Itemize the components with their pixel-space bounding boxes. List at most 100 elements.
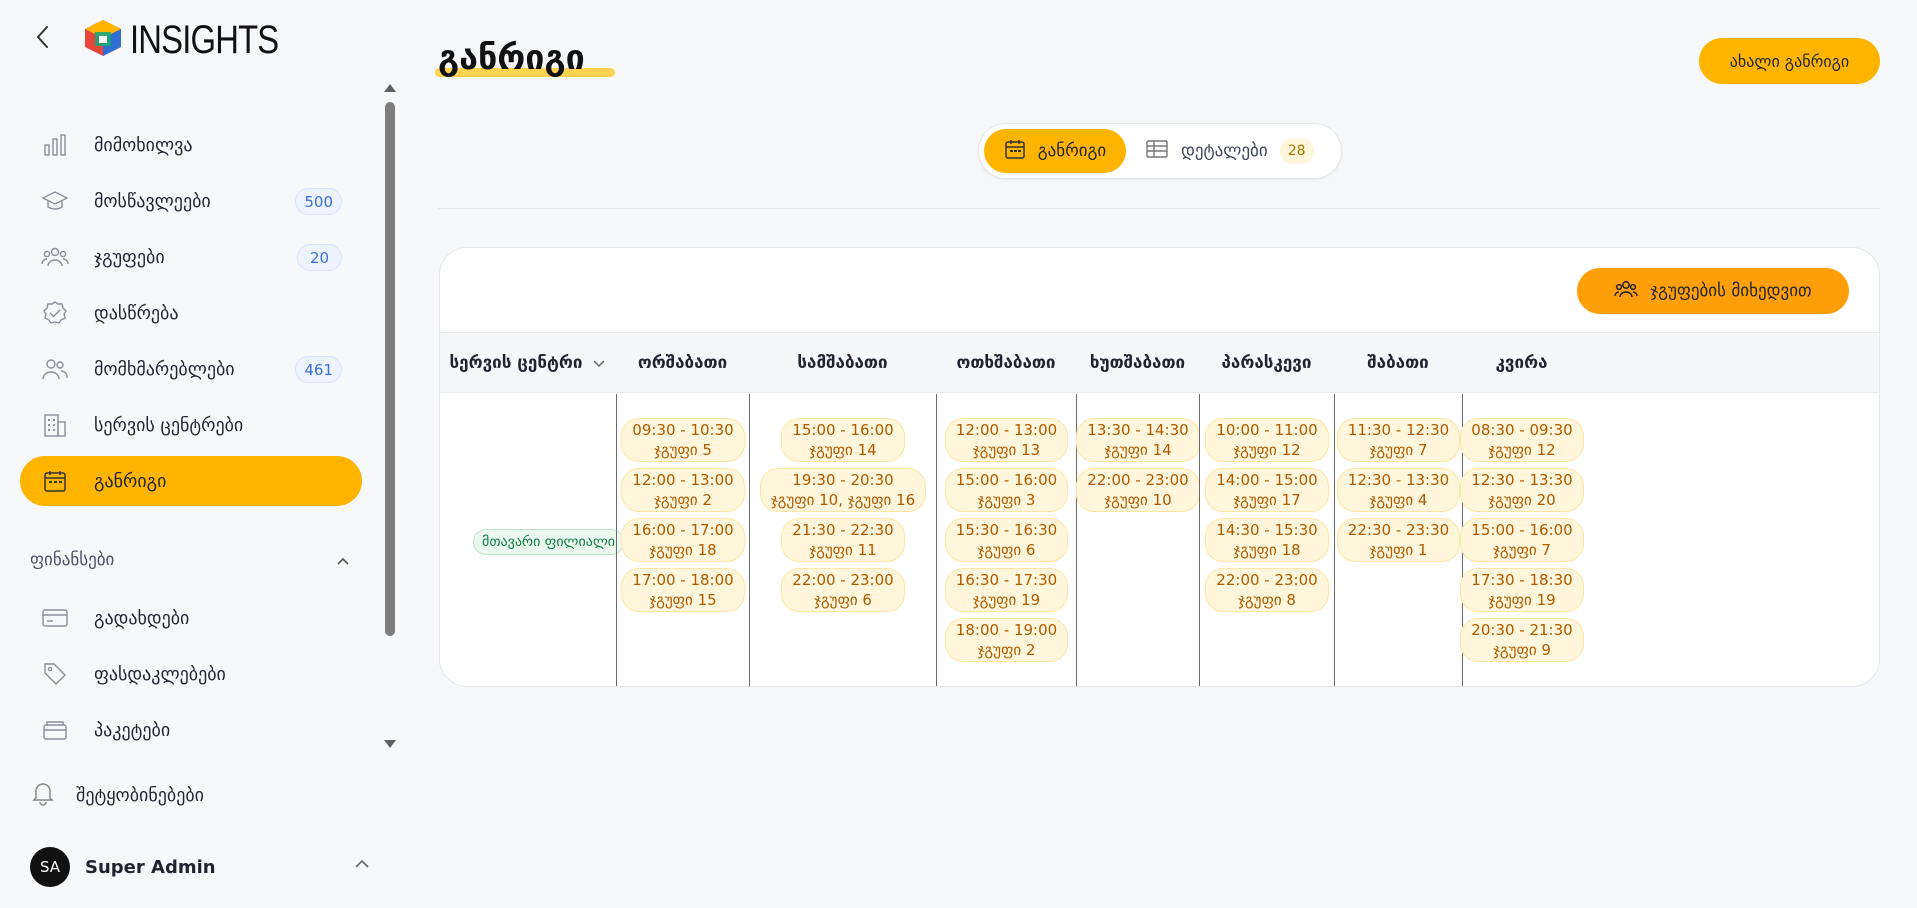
sidebar-item[interactable]: ფასდაკლებები (20, 649, 362, 699)
schedule-slot[interactable]: 17:00 - 18:00 ჯგუფი 15 (621, 568, 745, 612)
graduation-cap-icon (40, 186, 70, 216)
service-center-filter[interactable]: სერვის ცენტრი (440, 333, 616, 392)
users-group-icon (1614, 278, 1639, 305)
schedule-slot[interactable]: 13:30 - 14:30 ჯგუფი 14 (1076, 418, 1200, 462)
tab-details[interactable]: დეტალები 28 (1145, 129, 1314, 173)
slot-group: ჯგუფი 10, ჯგუფი 16 (770, 491, 916, 509)
schedule-slot[interactable]: 16:30 - 17:30 ჯგუფი 19 (944, 568, 1069, 612)
sidebar-item[interactable]: მიმოხილვა (20, 120, 362, 170)
slot-group: ჯგუფი 18 (1233, 541, 1301, 559)
group-by-groups-label: ჯგუფების მიხედვით (1650, 281, 1812, 301)
schedule-slot[interactable]: 18:00 - 19:00 ჯგუფი 2 (944, 618, 1069, 662)
slot-time: 15:00 - 16:00 (1471, 521, 1573, 539)
schedule-slot[interactable]: 22:00 - 23:00 ჯგუფი 8 (1205, 568, 1329, 612)
schedule-slot[interactable]: 10:00 - 11:00 ჯგუფი 12 (1205, 418, 1329, 462)
schedule-slot[interactable]: 09:30 - 10:30 ჯგუფი 5 (621, 418, 745, 462)
sidebar: INSIGHTS მიმოხილვა მოსწავლეები 500 ჯგუფები 2… (0, 0, 400, 908)
schedule-slot[interactable]: 15:30 - 16:30 ჯგუფი 6 (944, 518, 1069, 562)
schedule-slot[interactable]: 14:30 - 15:30 ჯგუფი 18 (1205, 518, 1329, 562)
schedule-slot[interactable]: 22:00 - 23:00 ჯგუფი 6 (781, 568, 905, 612)
group-by-groups-button[interactable]: ჯგუფების მიხედვით (1577, 268, 1849, 314)
tab-details-label: დეტალები (1181, 141, 1268, 161)
tab-schedule-label: განრიგი (1037, 141, 1107, 161)
schedule-slot[interactable]: 15:00 - 16:00 ჯგუფი 14 (781, 418, 905, 462)
schedule-slot[interactable]: 20:30 - 21:30 ჯგუფი 9 (1460, 618, 1584, 662)
app-logo[interactable]: INSIGHTS (82, 18, 311, 62)
schedule-slot[interactable]: 12:00 - 13:00 ჯგუფი 2 (621, 468, 745, 512)
schedule-slot[interactable]: 11:30 - 12:30 ჯგუფი 7 (1336, 418, 1461, 462)
schedule-slot[interactable]: 22:00 - 23:00 ჯგუფი 10 (1076, 468, 1200, 512)
schedule-slot[interactable]: 21:30 - 22:30 ჯგუფი 11 (781, 518, 905, 562)
sidebar-item[interactable]: მოსწავლეები 500 (20, 176, 362, 226)
schedule-header-row: სერვის ცენტრი ორშაბათი სამშაბათი ოთხშაბათი… (440, 332, 1879, 393)
schedule-slot[interactable]: 22:30 - 23:30 ჯგუფი 1 (1336, 518, 1461, 562)
new-schedule-button[interactable]: ახალი განრიგი (1699, 38, 1880, 84)
sidebar-item[interactable]: ჯგუფები 20 (20, 232, 362, 282)
slot-time: 14:00 - 15:00 (1216, 471, 1318, 489)
back-arrow-icon[interactable] (30, 24, 56, 50)
finance-nav: გადახდები ფასდაკლებები პაკეტები (20, 593, 362, 761)
schedule-slot[interactable]: 16:00 - 17:00 ჯგუფი 18 (621, 518, 745, 562)
sidebar-item[interactable]: სერვის ცენტრები (20, 400, 362, 450)
schedule-slot[interactable]: 08:30 - 09:30 ჯგუფი 12 (1460, 418, 1584, 462)
count-badge: 461 (295, 356, 342, 383)
sidebar-item[interactable]: განრიგი (20, 456, 362, 506)
schedule-slot[interactable]: 15:00 - 16:00 ჯგუფი 3 (944, 468, 1069, 512)
slot-time: 10:00 - 11:00 (1216, 421, 1318, 439)
bell-icon (30, 780, 56, 810)
sidebar-item-label: გადახდები (94, 607, 190, 629)
scroll-thumb[interactable] (385, 102, 395, 636)
slot-time: 11:30 - 12:30 (1347, 421, 1450, 439)
scroll-down-arrow-icon[interactable] (384, 740, 396, 748)
notifications-label: შეტყობინებები (76, 784, 204, 806)
sidebar-item[interactable]: მომხმარებლები 461 (20, 344, 362, 394)
schedule-slot[interactable]: 15:00 - 16:00 ჯგუფი 7 (1460, 518, 1584, 562)
logo-icon (82, 18, 124, 62)
slot-group: ჯგუფი 13 (972, 441, 1041, 459)
schedule-slot[interactable]: 12:00 - 13:00 ჯგუფი 13 (944, 418, 1069, 462)
slot-time: 22:00 - 23:00 (1087, 471, 1189, 489)
schedule-slot[interactable]: 19:30 - 20:30 ჯგუფი 10, ჯგუფი 16 (759, 468, 927, 512)
slot-group: ჯგუფი 20 (1488, 491, 1556, 509)
slot-time: 12:30 - 13:30 (1347, 471, 1450, 489)
slot-group: ჯგუფი 3 (977, 491, 1036, 509)
slot-group: ჯგუფი 8 (1238, 591, 1296, 609)
slot-group: ჯგუფი 1 (1369, 541, 1428, 559)
slot-group: ჯგუფი 2 (654, 491, 712, 509)
slot-group: ჯგუფი 7 (1369, 441, 1428, 459)
tab-schedule[interactable]: განრიგი (984, 129, 1126, 173)
sidebar-item[interactable]: გადახდები (20, 593, 362, 643)
slot-group: ჯგუფი 14 (809, 441, 877, 459)
sidebar-item-label: პაკეტები (94, 719, 171, 741)
schedule-slot[interactable]: 17:30 - 18:30 ჯგუფი 19 (1460, 568, 1584, 612)
user-name: Super Admin (85, 856, 216, 878)
day-column: 09:30 - 10:30 ჯგუფი 5 12:00 - 13:00 ჯგუფი 2… (616, 394, 749, 686)
slot-group: ჯგუფი 18 (649, 541, 717, 559)
slot-group: ჯგუფი 17 (1233, 491, 1301, 509)
finance-section-toggle[interactable]: ფინანსები (30, 550, 350, 570)
view-toggle: განრიგი დეტალები 28 (978, 123, 1342, 179)
schedule-slot[interactable]: 14:00 - 15:00 ჯგუფი 17 (1205, 468, 1329, 512)
sidebar-item[interactable]: პაკეტები (20, 705, 362, 755)
branch-badge: მთავარი ფილიალი (473, 529, 624, 555)
day-header: ხუთშაბათი (1089, 352, 1186, 373)
day-column: 11:30 - 12:30 ჯგუფი 7 12:30 - 13:30 ჯგუფი 4… (1334, 394, 1462, 686)
main-nav: მიმოხილვა მოსწავლეები 500 ჯგუფები 20 დასწრება… (20, 120, 362, 512)
avatar: SA (30, 847, 70, 887)
count-badge: 500 (295, 188, 342, 215)
sidebar-scrollbar[interactable] (382, 82, 398, 748)
chevron-up-icon (354, 855, 370, 874)
slot-time: 13:30 - 14:30 (1087, 421, 1189, 439)
schedule-slot[interactable]: 12:30 - 13:30 ჯგუფი 20 (1460, 468, 1584, 512)
sidebar-item[interactable]: დასწრება (20, 288, 362, 338)
slot-group: ჯგუფი 5 (654, 441, 712, 459)
day-column: 12:00 - 13:00 ჯგუფი 13 15:00 - 16:00 ჯგუფი … (936, 394, 1076, 686)
user-menu[interactable]: SA Super Admin (30, 845, 370, 889)
scroll-up-arrow-icon[interactable] (384, 84, 396, 92)
calendar-icon (1004, 138, 1026, 164)
table-icon (1145, 138, 1169, 164)
check-circle-icon (40, 298, 70, 328)
notifications-link[interactable]: შეტყობინებები (30, 780, 204, 810)
slot-group: ჯგუფი 14 (1104, 441, 1172, 459)
schedule-slot[interactable]: 12:30 - 13:30 ჯგუფი 4 (1336, 468, 1461, 512)
